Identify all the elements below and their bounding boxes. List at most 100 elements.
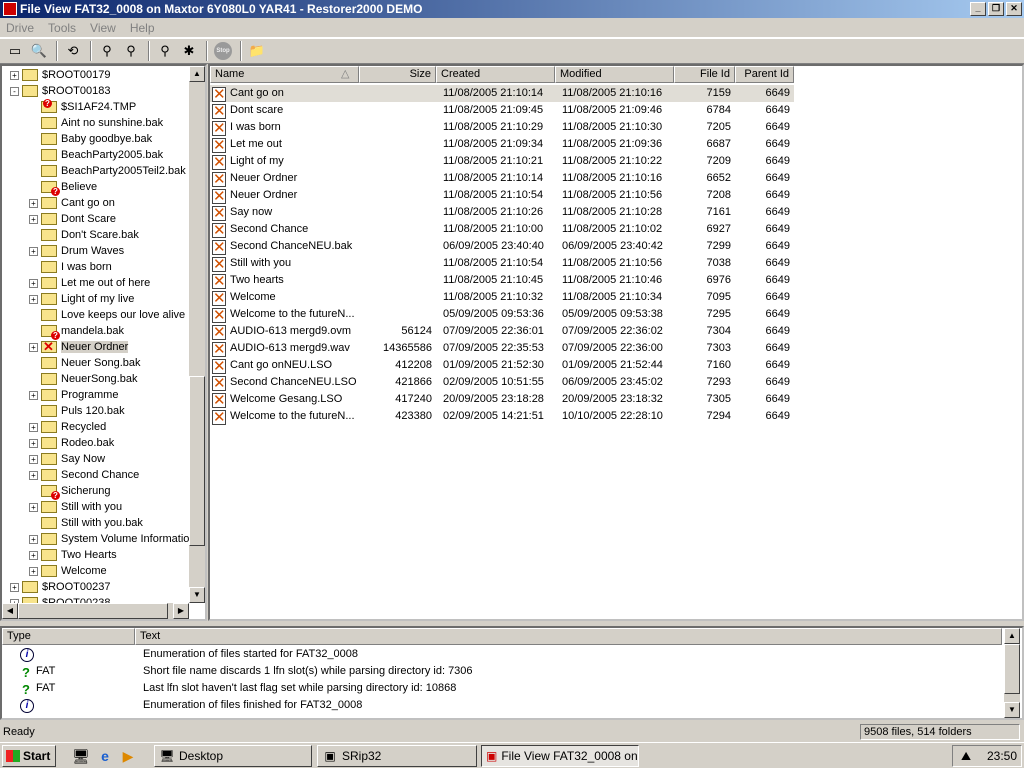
tree-item[interactable]: + Rodeo.bak <box>29 435 114 451</box>
tree-item[interactable]: Still with you.bak <box>29 515 143 531</box>
tree-item[interactable]: + Still with you <box>29 499 122 515</box>
expand-icon[interactable]: + <box>29 454 38 464</box>
table-row[interactable]: Dont scare 11/08/2005 21:09:45 11/08/2005 … <box>210 102 794 120</box>
close-icon[interactable]: ✕ <box>1006 2 1022 16</box>
tree-item[interactable]: + Recycled <box>29 419 106 435</box>
tree-item[interactable]: I was born <box>29 259 112 275</box>
tree-item[interactable]: + Let me out of here <box>29 275 150 291</box>
table-row[interactable]: AUDIO-613 mergd9.wav 14365586 07/09/2005 2… <box>210 340 794 358</box>
menu-view[interactable]: View <box>83 21 123 35</box>
tree-item[interactable]: Puls 120.bak <box>29 403 125 419</box>
network-icon[interactable]: ⛰ <box>961 749 971 764</box>
media-player-icon[interactable]: ▶ <box>119 747 137 765</box>
table-row[interactable]: Welcome to the futureN... 05/09/2005 09:5… <box>210 306 794 324</box>
table-row[interactable]: Two hearts 11/08/2005 21:10:45 11/08/2005 … <box>210 272 794 290</box>
log-panel[interactable]: Type Text i Enumeration of files started … <box>0 626 1024 720</box>
expand-icon[interactable]: + <box>29 470 38 480</box>
app-icon[interactable] <box>3 2 17 16</box>
log-row[interactable]: ? FAT Last lfn slot haven't last flag set … <box>2 680 1002 697</box>
table-row[interactable]: Neuer Ordner 11/08/2005 21:10:54 11/08/200… <box>210 187 794 205</box>
find-prev-icon[interactable]: ⚲ <box>154 40 176 62</box>
expand-icon[interactable]: + <box>29 502 38 512</box>
internet-explorer-icon[interactable]: e <box>96 747 114 765</box>
expand-icon[interactable]: + <box>10 582 19 592</box>
table-row[interactable]: Neuer Ordner 11/08/2005 21:10:14 11/08/200… <box>210 170 794 188</box>
column-header-created[interactable]: Created <box>436 66 555 83</box>
tree-item[interactable]: Aint no sunshine.bak <box>29 115 163 131</box>
scroll-thumb[interactable] <box>18 603 168 619</box>
restore-icon[interactable]: ❐ <box>988 2 1004 16</box>
scroll-thumb[interactable] <box>1004 644 1020 694</box>
tree-item[interactable]: Neuer Song.bak <box>29 355 141 371</box>
folder-tree[interactable]: + $ROOT00179 - $ROOT00183 $SI1AF24.TMP Aint n… <box>0 64 207 621</box>
menu-tools[interactable]: Tools <box>41 21 83 35</box>
tree-item[interactable]: Baby goodbye.bak <box>29 131 152 147</box>
scroll-up-icon[interactable]: ▲ <box>1004 628 1020 644</box>
scroll-right-icon[interactable]: ▶ <box>173 603 189 619</box>
expand-icon[interactable]: + <box>29 390 38 400</box>
menu-drive[interactable]: Drive <box>0 21 41 35</box>
file-list[interactable]: Name △ Size Created Modified File Id Pare… <box>208 64 1024 621</box>
scan-icon[interactable]: 🔍 <box>28 40 50 62</box>
expand-icon[interactable]: + <box>29 294 38 304</box>
log-header-text[interactable]: Text <box>135 628 1002 645</box>
tree-item[interactable]: BeachParty2005Teil2.bak <box>29 163 186 179</box>
tree-item[interactable]: Sicherung <box>29 483 111 500</box>
table-row[interactable]: Light of my 11/08/2005 21:10:21 11/08/2005… <box>210 153 794 171</box>
tree-item[interactable]: + Welcome <box>29 563 107 579</box>
expand-icon[interactable]: + <box>29 534 38 544</box>
expand-icon[interactable]: + <box>29 342 38 352</box>
expand-icon[interactable]: + <box>29 198 38 208</box>
tree-horizontal-scrollbar[interactable]: ◀ ▶ <box>2 603 189 619</box>
table-row[interactable]: Welcome Gesang.LSO 417240 20/09/2005 23:18… <box>210 391 794 409</box>
log-row[interactable]: i Enumeration of files started for FAT32_… <box>2 646 1002 663</box>
log-vertical-scrollbar[interactable]: ▲ ▼ <box>1004 628 1020 718</box>
expand-icon[interactable]: + <box>29 438 38 448</box>
find-next-icon[interactable]: ⚲ <box>120 40 142 62</box>
table-row[interactable]: Welcome 11/08/2005 21:10:32 11/08/2005 21:… <box>210 289 794 307</box>
tree-item[interactable]: + Programme <box>29 387 118 403</box>
expand-icon[interactable]: + <box>10 70 19 80</box>
table-row[interactable]: Second ChanceNEU.LSO 421866 02/09/2005 10:… <box>210 374 794 392</box>
start-button[interactable]: Start <box>2 745 56 767</box>
tree-item[interactable]: Love keeps our love alive <box>29 307 185 323</box>
expand-icon[interactable]: + <box>29 422 38 432</box>
log-row[interactable]: ? FAT Short file name discards 1 lfn slot(… <box>2 663 1002 680</box>
tree-item[interactable]: NeuerSong.bak <box>29 371 137 387</box>
tree-item[interactable]: + Second Chance <box>29 467 139 483</box>
table-row[interactable]: Say now 11/08/2005 21:10:26 11/08/2005 21:… <box>210 204 794 222</box>
minimize-icon[interactable]: _ <box>970 2 986 16</box>
task-srip32[interactable]: ▣ SRip32 <box>317 745 477 767</box>
tree-item[interactable]: Don't Scare.bak <box>29 227 139 243</box>
drive-icon[interactable]: ▭ <box>4 40 26 62</box>
tree-item[interactable]: $SI1AF24.TMP <box>29 99 136 115</box>
stop-button[interactable]: Stop <box>212 40 234 62</box>
tree-vertical-scrollbar[interactable]: ▲ ▼ <box>189 66 205 603</box>
column-header-size[interactable]: Size <box>359 66 436 83</box>
tree-item[interactable]: + Dont Scare <box>29 211 116 227</box>
log-row[interactable]: i Enumeration of files finished for FAT32… <box>2 697 1002 714</box>
task-desktop[interactable]: 🖥 Desktop <box>154 745 312 767</box>
tree-item[interactable]: + $ROOT00179 <box>10 67 110 83</box>
tree-item[interactable]: + Drum Waves <box>29 243 124 259</box>
table-row[interactable]: Cant go onNEU.LSO 412208 01/09/2005 21:52:… <box>210 357 794 375</box>
find-icon[interactable]: ⚲ <box>96 40 118 62</box>
tree-item[interactable]: + Cant go on <box>29 195 115 211</box>
table-row[interactable]: I was born 11/08/2005 21:10:29 11/08/2005 … <box>210 119 794 137</box>
tree-item[interactable]: + System Volume Information <box>29 531 196 547</box>
scroll-left-icon[interactable]: ◀ <box>2 603 18 619</box>
show-desktop-icon[interactable]: 🖥 <box>72 747 90 765</box>
column-header-parent-id[interactable]: Parent Id <box>735 66 794 83</box>
tree-item[interactable]: + Light of my live <box>29 291 134 307</box>
column-header-file-id[interactable]: File Id <box>674 66 735 83</box>
table-row[interactable]: Welcome to the futureN... 423380 02/09/200… <box>210 408 794 426</box>
tree-item[interactable]: + Two Hearts <box>29 547 117 563</box>
scroll-down-icon[interactable]: ▼ <box>1004 702 1020 718</box>
table-row[interactable]: AUDIO-613 mergd9.ovm 56124 07/09/2005 22:3… <box>210 323 794 341</box>
tree-item[interactable]: Believe <box>29 179 97 196</box>
column-header-modified[interactable]: Modified <box>555 66 674 83</box>
tree-item[interactable]: mandela.bak <box>29 323 124 340</box>
up-folder-icon[interactable]: 📁 <box>246 40 268 62</box>
clock[interactable]: 23:50 <box>987 749 1017 763</box>
scroll-up-icon[interactable]: ▲ <box>189 66 205 82</box>
